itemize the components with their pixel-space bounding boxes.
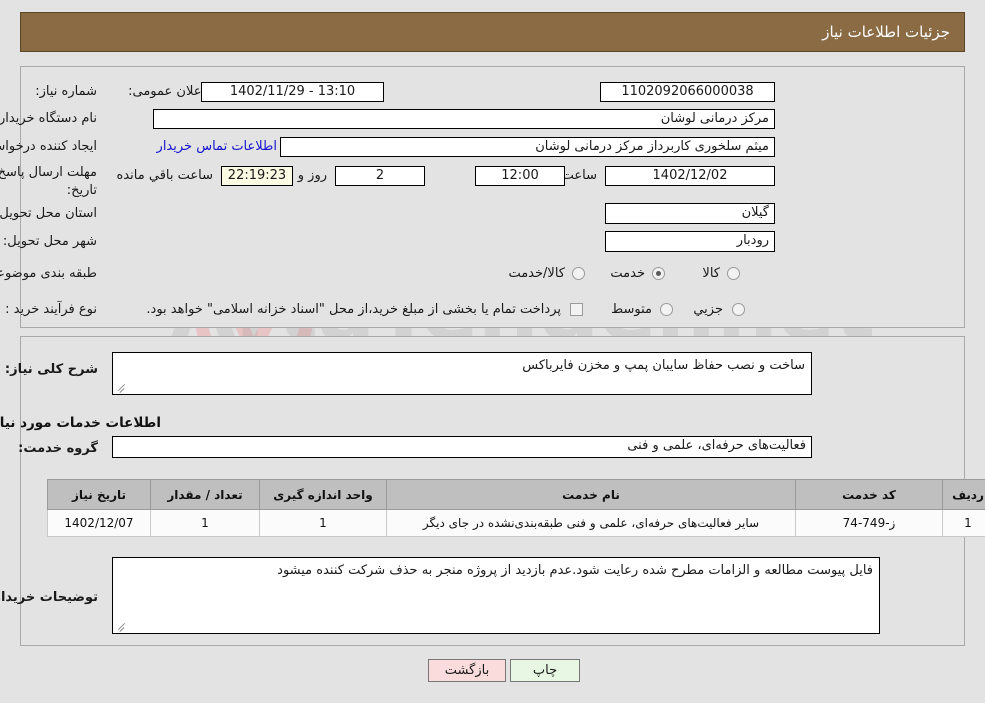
resize-grip-icon[interactable]	[116, 382, 126, 392]
table-header-row: ردیف کد خدمت نام خدمت واحد اندازه گیری ت…	[47, 479, 985, 510]
radio-category-kala-khedmat-label: کالا/خدمت	[508, 266, 565, 281]
buyer-org-value: مرکز درمانی لوشان	[153, 109, 775, 129]
deadline-date-value: 1402/12/02	[605, 166, 775, 186]
th-qty: تعداد / مقدار	[150, 479, 260, 510]
buyer-notes-label: توضیحات خریدار:	[0, 590, 98, 605]
radio-category-kala-khedmat[interactable]	[572, 267, 585, 280]
need-number-label: شماره نیاز:	[35, 84, 97, 99]
creator-label: ایجاد کننده درخواست:	[0, 139, 97, 154]
th-unit: واحد اندازه گیری	[259, 479, 387, 510]
radio-category-khedmat[interactable]	[652, 267, 665, 280]
general-desc-textarea[interactable]: ساخت و نصب حفاظ سایبان پمپ و مخزن فایربا…	[112, 352, 812, 395]
cell-row: 1	[942, 509, 985, 537]
radio-category-kala[interactable]	[727, 267, 740, 280]
page-root: ArtaTender.net جزئیات اطلاعات نیاز شماره…	[0, 0, 985, 703]
treasury-bonds-label: پرداخت تمام یا بخشی از مبلغ خرید،از محل …	[146, 302, 561, 317]
table-row: 1 ز-749-74 سایر فعالیت‌های حرفه‌ای، علمی…	[47, 509, 985, 537]
treasury-bonds-checkbox[interactable]	[570, 303, 583, 316]
city-label: شهر محل تحویل:	[2, 234, 97, 249]
creator-value: میثم سلخوری کاربرداز مرکز درمانی لوشان	[280, 137, 775, 157]
page-title: جزئیات اطلاعات نیاز	[822, 23, 950, 41]
need-info-panel	[20, 66, 965, 328]
service-items-table: ردیف کد خدمت نام خدمت واحد اندازه گیری ت…	[47, 479, 985, 537]
category-label: طبقه بندی موضوعی:	[0, 266, 97, 281]
deadline-label-line1: مهلت ارسال پاسخ: تا	[0, 165, 97, 180]
radio-category-kala-label: کالا	[702, 266, 720, 281]
th-name: نام خدمت	[386, 479, 796, 510]
radio-process-motavaset[interactable]	[660, 303, 673, 316]
deadline-hour-label: ساعت	[561, 168, 597, 183]
header-bar: جزئیات اطلاعات نیاز	[20, 12, 965, 52]
deadline-label-line2: تاریخ:	[66, 183, 97, 198]
process-label: نوع فرآیند خرید :	[5, 302, 97, 317]
buyer-notes-value: فایل پیوست مطالعه و الزامات مطرح شده رعا…	[277, 563, 873, 578]
th-date: تاریخ نیاز	[47, 479, 151, 510]
general-desc-value: ساخت و نصب حفاظ سایبان پمپ و مخزن فایربا…	[522, 358, 805, 373]
th-row: ردیف	[942, 479, 985, 510]
general-desc-label: شرح کلی نیاز:	[4, 362, 98, 377]
cell-qty: 1	[150, 509, 260, 537]
cell-name: سایر فعالیت‌های حرفه‌ای، علمی و فنی طبقه…	[386, 509, 796, 537]
service-group-value: فعالیت‌های حرفه‌ای، علمی و فنی	[112, 436, 812, 458]
buyer-notes-textarea[interactable]: فایل پیوست مطالعه و الزامات مطرح شده رعا…	[112, 557, 880, 634]
print-button[interactable]: چاپ	[510, 659, 580, 682]
public-announce-value: 13:10 - 1402/11/29	[201, 82, 384, 102]
radio-process-motavaset-label: متوسط	[611, 302, 652, 317]
countdown-label: ساعت باقي مانده	[116, 168, 213, 183]
deadline-hour-value: 12:00	[475, 166, 565, 186]
need-number-value: 1102092066000038	[600, 82, 775, 102]
resize-grip-icon[interactable]	[116, 621, 126, 631]
cell-code: ز-749-74	[795, 509, 943, 537]
remaining-days-label: روز و	[297, 168, 327, 183]
buyer-org-label: نام دستگاه خریدار:	[0, 111, 97, 126]
services-section-heading: اطلاعات خدمات مورد نیاز	[0, 415, 161, 431]
province-label: استان محل تحویل:	[0, 206, 97, 221]
province-value: گیلان	[605, 203, 775, 224]
cell-unit: 1	[259, 509, 387, 537]
remaining-days-value: 2	[335, 166, 425, 186]
back-button[interactable]: بازگشت	[428, 659, 506, 682]
radio-process-jozi-label: جزیي	[693, 302, 723, 317]
radio-process-jozi[interactable]	[732, 303, 745, 316]
city-value: رودبار	[605, 231, 775, 252]
buyer-contact-link[interactable]: اطلاعات تماس خریدار	[157, 139, 277, 154]
th-code: کد خدمت	[795, 479, 943, 510]
service-group-label: گروه خدمت:	[18, 441, 98, 456]
cell-date: 1402/12/07	[47, 509, 151, 537]
countdown-value: 22:19:23	[221, 166, 293, 186]
radio-category-khedmat-label: خدمت	[610, 266, 645, 281]
